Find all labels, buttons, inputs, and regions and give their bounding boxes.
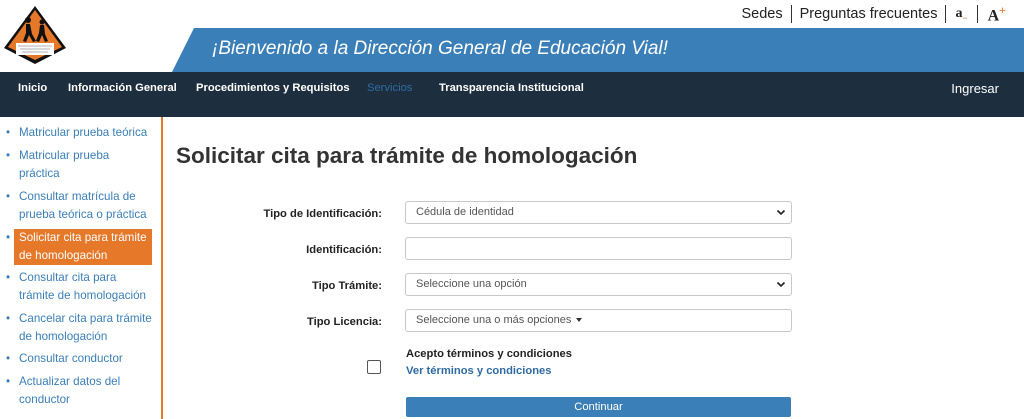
sidebar-item-label: Solicitar cita para trámite de homologac… [19, 231, 147, 262]
bullet-icon: • [6, 312, 11, 325]
sidebar-item-label: Consultar conductor [19, 352, 123, 365]
welcome-banner: ¡Bienvenido a la Dirección General de Ed… [172, 28, 1024, 72]
nav-servicios[interactable]: Servicios [367, 72, 412, 117]
chevron-down-icon [776, 281, 786, 288]
banner-text: ¡Bienvenido a la Dirección General de Ed… [212, 38, 668, 59]
page-title: Solicitar cita para trámite de homologac… [176, 143, 638, 168]
sedes-link[interactable]: Sedes [733, 6, 790, 22]
sidebar-item-consultar-cita[interactable]: • Consultar cita para trámite de homolog… [6, 269, 152, 305]
sidebar-item-solicitar-cita[interactable]: • Solicitar cita para trámite de homolog… [6, 229, 152, 265]
sidebar-item-matricular-teorica[interactable]: • Matricular prueba teórica [6, 124, 152, 142]
nav-informacion-general[interactable]: Información General [68, 72, 177, 117]
sidebar-item-cancelar-cita[interactable]: • Cancelar cita para trámite de homologa… [6, 310, 152, 346]
id-input[interactable] [405, 237, 792, 260]
main-navigation: Inicio Información General Procedimiento… [0, 72, 1024, 117]
nav-transparencia[interactable]: Transparencia Institucional [439, 72, 584, 117]
faq-link[interactable]: Preguntas frecuentes [792, 6, 946, 22]
nav-inicio[interactable]: Inicio [18, 72, 47, 117]
license-multiselect[interactable]: Seleccione una o más opciones [405, 309, 792, 332]
terms-checkbox[interactable] [367, 360, 381, 374]
sidebar-item-label: Cancelar cita para trámite de homologaci… [19, 312, 152, 343]
sidebar-item-label: Actualizar datos del conductor [19, 375, 121, 406]
terms-label: Acepto términos y condiciones [406, 348, 572, 360]
license-value: Seleccione una o más opciones [416, 314, 572, 326]
license-label: Tipo Licencia: [306, 316, 382, 328]
site-header: Sedes Preguntas frecuentes a− A+ ¡Bienve… [0, 0, 1024, 72]
utility-links: Sedes Preguntas frecuentes a− A+ [733, 3, 1006, 25]
sidebar-item-actualizar-conductor[interactable]: • Actualizar datos del conductor [6, 373, 152, 409]
terms-link[interactable]: Ver términos y condiciones [406, 365, 552, 377]
sidebar-item-label: Matricular prueba teórica [19, 126, 148, 139]
id-type-label: Tipo de Identificación: [263, 208, 382, 220]
id-type-value: Cédula de identidad [416, 206, 514, 218]
sidebar-item-label: Consultar cita para trámite de homologac… [19, 271, 146, 302]
bullet-icon: • [6, 352, 11, 365]
bullet-icon: • [6, 375, 11, 388]
procedure-select[interactable]: Seleccione una opción [405, 273, 792, 296]
id-label: Identificación: [306, 244, 382, 256]
login-link[interactable]: Ingresar [951, 72, 999, 105]
sidebar-item-consultar-matricula[interactable]: • Consultar matrícula de prueba teórica … [6, 188, 152, 224]
procedure-value: Seleccione una opción [416, 278, 527, 290]
font-decrease-sign: − [962, 12, 968, 23]
sidebar-item-matricular-practica[interactable]: • Matricular prueba práctica [6, 147, 152, 183]
caret-down-icon [576, 318, 583, 323]
continue-button[interactable]: Continuar [406, 397, 791, 417]
nav-procedimientos[interactable]: Procedimientos y Requisitos [196, 72, 350, 117]
bullet-icon: • [6, 190, 11, 203]
bullet-icon: • [6, 126, 11, 139]
font-increase-label: A [987, 7, 1000, 25]
sidebar-item-label: Matricular prueba práctica [19, 149, 110, 180]
sidebar-item-label: Consultar matrícula de prueba teórica o … [19, 190, 147, 221]
procedure-label: Tipo Trámite: [311, 280, 382, 292]
road-safety-logo-icon[interactable] [2, 4, 68, 66]
bullet-icon: • [6, 231, 11, 244]
bullet-icon: • [6, 271, 11, 284]
chevron-down-icon [776, 209, 786, 216]
bullet-icon: • [6, 149, 11, 162]
font-increase-sign: + [999, 2, 1006, 17]
sidebar-menu: • Matricular prueba teórica • Matricular… [0, 117, 163, 419]
font-decrease-button[interactable]: a− [946, 6, 976, 23]
id-type-select[interactable]: Cédula de identidad [405, 201, 792, 224]
sidebar-item-consultar-conductor[interactable]: • Consultar conductor [6, 350, 152, 368]
font-increase-button[interactable]: A+ [978, 3, 1006, 25]
